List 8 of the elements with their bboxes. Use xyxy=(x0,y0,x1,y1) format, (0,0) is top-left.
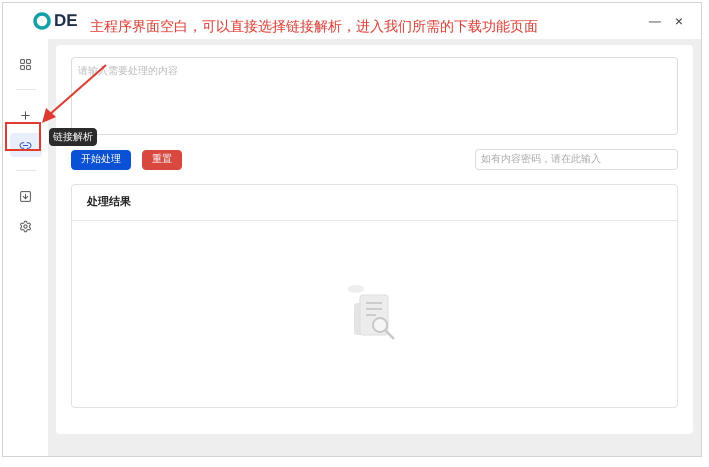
minimize-button[interactable]: — xyxy=(644,12,665,30)
close-button[interactable]: × xyxy=(670,10,687,32)
result-title: 处理结果 xyxy=(87,194,131,210)
start-button[interactable]: 开始处理 xyxy=(71,150,131,170)
annotation-text: 主程序界面空白，可以直接选择链接解析，进入我们所需的下载功能页面 xyxy=(90,17,538,36)
reset-button[interactable]: 重置 xyxy=(142,150,182,170)
password-input[interactable]: 如有内容密码，请在此输入 xyxy=(475,149,678,170)
logo-text: DE xyxy=(54,10,78,32)
